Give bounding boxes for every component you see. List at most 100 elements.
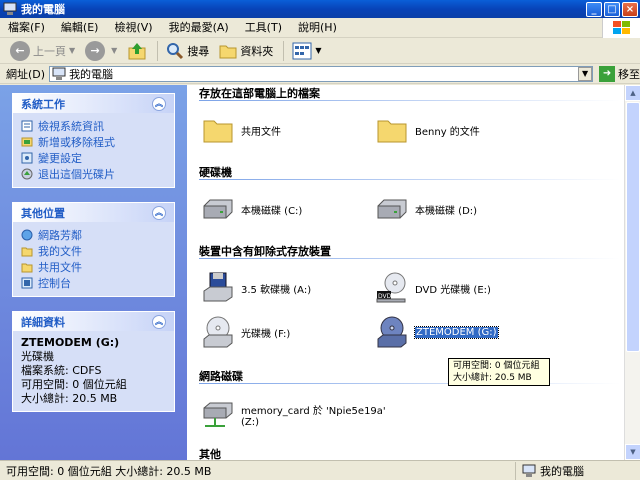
- scroll-down-icon[interactable]: ▼: [625, 444, 640, 460]
- folders-label: 資料夾: [240, 44, 274, 58]
- menu-view[interactable]: 檢視(V): [106, 18, 160, 38]
- cd-drive-icon: [203, 316, 233, 348]
- address-dropdown-icon[interactable]: ▼: [578, 66, 593, 81]
- floppy-drive-icon: [203, 272, 233, 302]
- menu-tools[interactable]: 工具(T): [237, 18, 290, 38]
- close-button[interactable]: ×: [622, 1, 638, 17]
- scroll-thumb[interactable]: [626, 102, 640, 352]
- search-label: 搜尋: [187, 44, 210, 58]
- back-button[interactable]: ← 上一頁 ▼: [6, 40, 79, 62]
- file-list: 存放在這部電腦上的檔案 共用文件 Benny 的文件 硬碟機 本機磁碟 (C:)…: [187, 85, 624, 460]
- task-eject-disc[interactable]: 退出這個光碟片: [21, 166, 166, 182]
- network-drive-label: memory_card 於 'Npie5e19a': [241, 406, 386, 417]
- back-label: 上一頁: [33, 44, 66, 58]
- folders-button[interactable]: 資料夾: [215, 40, 277, 62]
- task-view-system-info[interactable]: 檢視系統資訊: [21, 118, 166, 134]
- folder-icon: [219, 45, 237, 58]
- task-pane: 系統工作 ︽ 檢視系統資訊 新增或移除程式 變更設定 退出這個光碟片 其他位置 …: [0, 85, 187, 460]
- menu-bar: 檔案(F) 編輯(E) 檢視(V) 我的最愛(A) 工具(T) 說明(H): [0, 18, 640, 38]
- documents-icon: [21, 247, 33, 257]
- menu-edit[interactable]: 編輯(E): [53, 18, 107, 38]
- task-add-remove-programs[interactable]: 新增或移除程式: [21, 134, 166, 150]
- back-dropdown-icon[interactable]: ▼: [69, 46, 75, 55]
- details-header[interactable]: 詳細資料 ︽: [13, 312, 174, 331]
- eject-icon: [21, 168, 33, 180]
- cd-drive-icon: [377, 316, 407, 348]
- tooltip-free-space: 可用空間: 0 個位元組: [453, 361, 540, 371]
- minimize-button[interactable]: _: [586, 1, 602, 17]
- details-filesystem: 檔案系統: CDFS: [21, 364, 102, 377]
- hard-disk-icon: [377, 199, 407, 219]
- search-button[interactable]: 搜尋: [162, 40, 213, 62]
- go-arrow-icon: ➜: [599, 65, 616, 82]
- item-network-drive-z[interactable]: memory_card 於 'Npie5e19a' (Z:): [201, 393, 386, 437]
- search-icon: [167, 42, 184, 59]
- item-disk-d[interactable]: 本機磁碟 (D:): [375, 190, 477, 228]
- place-network[interactable]: 網路芳鄰: [21, 227, 166, 243]
- other-places-header[interactable]: 其他位置 ︽: [13, 203, 174, 222]
- details-title: 詳細資料: [21, 315, 65, 329]
- item-shared-documents[interactable]: 共用文件: [201, 111, 281, 149]
- collapse-icon[interactable]: ︽: [152, 314, 166, 329]
- item-disk-c[interactable]: 本機磁碟 (C:): [201, 190, 302, 228]
- folder-icon: [203, 120, 233, 143]
- toolbar: ← 上一頁 ▼ → ▼ 搜尋 資料夾 ▼: [0, 38, 640, 64]
- group-header-hdd: 硬碟機: [199, 164, 619, 180]
- forward-button[interactable]: → ▼: [81, 40, 121, 62]
- place-shared-documents[interactable]: 共用文件: [21, 259, 166, 275]
- tooltip-total-size: 大小總計: 20.5 MB: [453, 373, 532, 383]
- toolbar-separator: [283, 40, 285, 61]
- drive-tooltip: 可用空間: 0 個位元組 大小總計: 20.5 MB: [448, 358, 550, 386]
- collapse-icon[interactable]: ︽: [152, 96, 166, 111]
- control-panel-icon: [21, 277, 33, 289]
- forward-arrow-icon: →: [85, 40, 106, 61]
- folder-icon: [21, 263, 33, 273]
- forward-dropdown-icon[interactable]: ▼: [111, 46, 117, 55]
- dvd-drive-icon: DVD: [376, 272, 406, 303]
- address-input[interactable]: 我的電腦 ▼: [49, 65, 594, 82]
- menu-help[interactable]: 說明(H): [290, 18, 345, 38]
- my-computer-icon: [522, 464, 536, 477]
- group-header-removable: 裝置中含有卸除式存放裝置: [199, 243, 619, 259]
- toolbar-separator: [157, 40, 159, 61]
- programs-icon: [21, 137, 33, 147]
- details-name: ZTEMODEM (G:): [21, 336, 120, 349]
- menu-favorites[interactable]: 我的最愛(A): [161, 18, 237, 38]
- network-drive-letter: (Z:): [241, 417, 260, 428]
- group-header-other: 其他: [199, 446, 619, 460]
- scroll-up-icon[interactable]: ▲: [625, 85, 640, 101]
- network-drive-icon: [203, 402, 233, 427]
- task-change-settings[interactable]: 變更設定: [21, 150, 166, 166]
- views-button[interactable]: ▼: [288, 40, 325, 62]
- group-header-files: 存放在這部電腦上的檔案: [199, 85, 619, 101]
- collapse-icon[interactable]: ︽: [152, 205, 166, 220]
- hard-disk-icon: [203, 199, 233, 219]
- item-cd-f[interactable]: 光碟機 (F:): [201, 313, 290, 351]
- other-places-panel: 其他位置 ︽ 網路芳鄰 我的文件 共用文件 控制台: [12, 202, 175, 297]
- item-ztemodem-g[interactable]: ZTEMODEM (G:): [375, 313, 499, 351]
- maximize-button[interactable]: □: [604, 1, 620, 17]
- item-dvd-e[interactable]: DVD DVD 光碟機 (E:): [375, 269, 491, 307]
- control-panel-icon: [21, 152, 33, 164]
- system-tasks-panel: 系統工作 ︽ 檢視系統資訊 新增或移除程式 變更設定 退出這個光碟片: [12, 93, 175, 188]
- views-icon: [292, 42, 312, 59]
- go-button[interactable]: ➜ 移至: [599, 65, 640, 82]
- status-zone: 我的電腦: [515, 461, 640, 480]
- group-header-network: 網路磁碟: [199, 368, 619, 384]
- title-bar: 我的電腦 _ □ ×: [0, 0, 640, 18]
- vertical-scrollbar[interactable]: ▲ ▼: [624, 85, 640, 460]
- up-folder-button[interactable]: [123, 40, 151, 62]
- system-tasks-header[interactable]: 系統工作 ︽: [13, 94, 174, 113]
- network-icon: [21, 229, 33, 241]
- address-bar: 網址(D) 我的電腦 ▼ ➜ 移至: [0, 64, 640, 84]
- place-control-panel[interactable]: 控制台: [21, 275, 166, 291]
- my-computer-icon: [3, 2, 17, 15]
- status-location: 我的電腦: [540, 464, 584, 478]
- place-my-documents[interactable]: 我的文件: [21, 243, 166, 259]
- menu-file[interactable]: 檔案(F): [0, 18, 53, 38]
- views-dropdown-icon[interactable]: ▼: [315, 46, 321, 55]
- window-title: 我的電腦: [21, 3, 65, 16]
- item-benny-documents[interactable]: Benny 的文件: [375, 111, 480, 149]
- windows-logo-icon: [602, 18, 640, 38]
- item-floppy-a[interactable]: 3.5 軟碟機 (A:): [201, 269, 311, 307]
